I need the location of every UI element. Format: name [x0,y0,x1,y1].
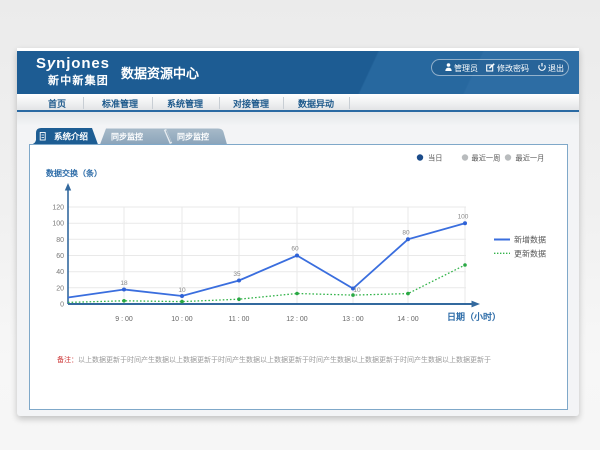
svg-text:10: 10 [178,287,186,294]
svg-text:60: 60 [56,253,64,260]
svg-text:14 : 00: 14 : 00 [397,316,419,323]
svg-text:日期（小时）: 日期（小时） [447,311,501,322]
svg-text:9 : 00: 9 : 00 [115,316,133,323]
svg-text:备注：以上数据更新于时间产生数据以上数据更新于时间产生数据以: 备注：以上数据更新于时间产生数据以上数据更新于时间产生数据以上数据更新于时间产生… [57,355,491,364]
svg-text:新增数据: 新增数据 [514,235,546,245]
svg-text:10: 10 [353,287,361,294]
svg-text:最近一周: 最近一周 [472,153,501,162]
svg-text:18: 18 [120,280,128,287]
svg-text:100: 100 [458,214,469,221]
svg-text:最近一月: 最近一月 [516,153,545,162]
svg-text:0: 0 [60,302,64,309]
svg-text:13 : 00: 13 : 00 [342,316,364,323]
svg-text:更新数据: 更新数据 [514,248,546,258]
svg-text:同步监控: 同步监控 [111,132,143,142]
svg-text:当日: 当日 [428,153,442,162]
svg-text:40: 40 [56,269,64,276]
svg-text:数据交换（条）: 数据交换（条） [46,168,102,178]
svg-text:100: 100 [52,221,64,228]
svg-text:系统介绍: 系统介绍 [54,132,89,142]
svg-text:11 : 00: 11 : 00 [229,316,250,323]
svg-text:60: 60 [291,246,299,253]
svg-text:同步监控: 同步监控 [177,132,209,142]
svg-text:20: 20 [56,285,64,292]
svg-text:80: 80 [56,237,64,244]
svg-text:120: 120 [52,205,64,212]
svg-text:35: 35 [233,271,241,278]
svg-text:12 : 00: 12 : 00 [286,316,308,323]
svg-text:10 : 00: 10 : 00 [171,316,193,323]
svg-text:80: 80 [402,230,410,237]
